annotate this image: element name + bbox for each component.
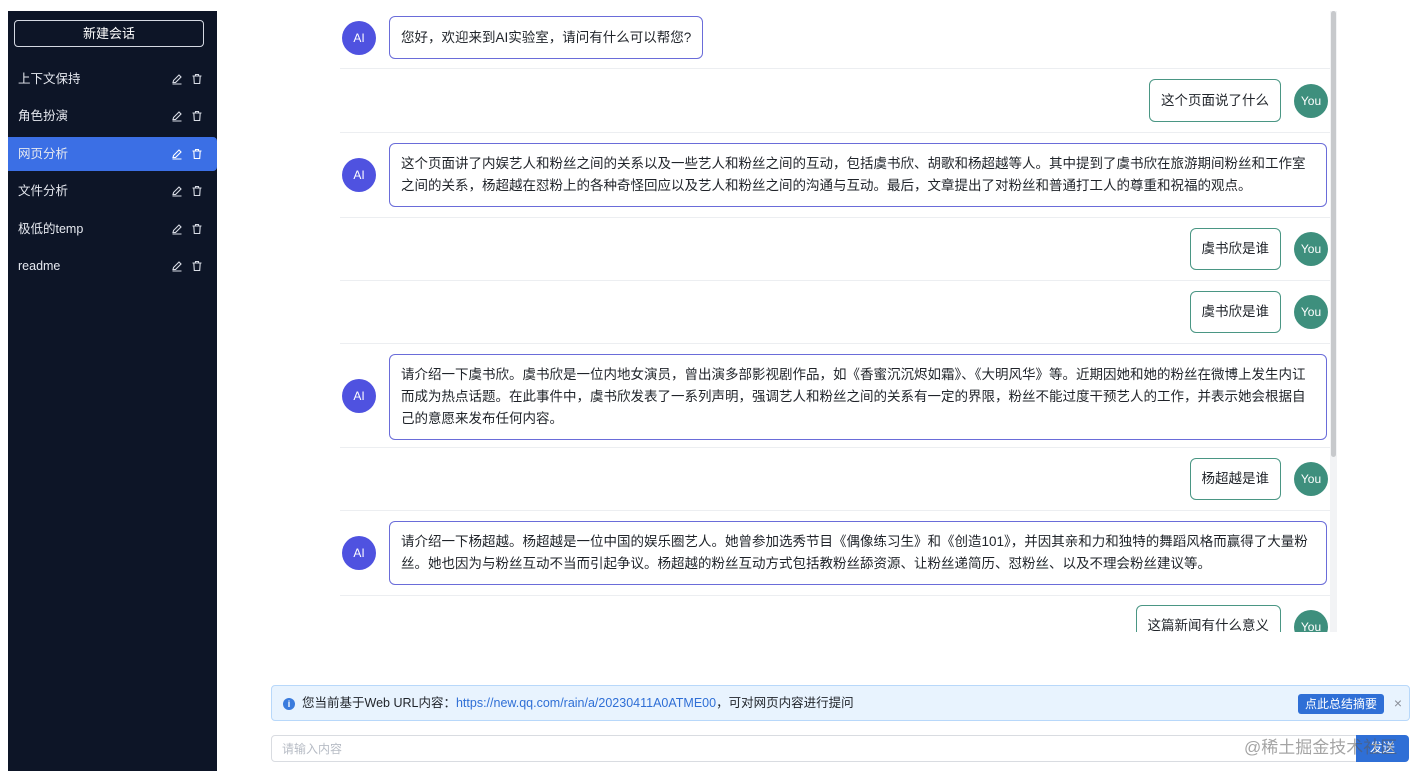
user-avatar: You [1294,462,1328,496]
chat-scrollbar-thumb[interactable] [1331,11,1336,457]
message-input[interactable] [273,737,1357,760]
session-label: 网页分析 [18,146,69,161]
ai-message-bubble: 您好，欢迎来到AI实验室，请问有什么可以帮您? [389,16,704,59]
close-icon[interactable]: × [1390,686,1406,721]
edit-icon[interactable] [171,148,183,160]
message-row-ai: AI 您好，欢迎来到AI实验室，请问有什么可以帮您? [340,11,1330,69]
user-message-bubble: 虞书欣是谁 [1189,228,1281,270]
session-label: 角色扮演 [18,109,69,124]
message-row-user: You 这篇新闻有什么意义 [340,596,1330,632]
user-message-bubble: 这个页面说了什么 [1149,79,1281,122]
message-row-user: You 虞书欣是谁 [340,281,1330,344]
message-row-ai: AI 这个页面讲了内娱艺人和粉丝之间的关系以及一些艺人和粉丝之间的互动，包括虞书… [340,133,1330,218]
session-list: 上下文保持 角色扮演 网页分析 文件分析 极低的temp readme [8,62,217,286]
session-item[interactable]: 极低的temp [8,212,217,246]
ai-avatar: AI [342,21,376,55]
trash-icon[interactable] [191,110,203,122]
session-item[interactable]: 角色扮演 [8,99,217,133]
trash-icon[interactable] [191,260,203,272]
message-input-box [271,735,1359,762]
trash-icon[interactable] [191,73,203,85]
notice-url-link[interactable]: https://new.qq.com/rain/a/20230411A0ATME… [456,696,716,710]
user-avatar: You [1294,232,1328,266]
edit-icon[interactable] [171,260,183,272]
summarize-button[interactable]: 点此总结摘要 [1298,694,1384,714]
send-button[interactable]: 发送 [1356,735,1409,762]
trash-icon[interactable] [191,223,203,235]
notice-prefix: 您当前基于Web URL内容： [302,696,456,710]
session-label: 极低的temp [18,221,84,236]
edit-icon[interactable] [171,110,183,122]
message-row-user: You 虞书欣是谁 [340,218,1330,281]
session-item[interactable]: 上下文保持 [8,62,217,96]
ai-message-bubble: 请介绍一下虞书欣。虞书欣是一位内地女演员，曾出演多部影视剧作品，如《香蜜沉沉烬如… [389,354,1327,440]
message-row-user: You 这个页面说了什么 [340,69,1330,133]
ai-avatar: AI [342,536,376,570]
ai-avatar: AI [342,379,376,413]
user-message-bubble: 虞书欣是谁 [1189,291,1281,333]
session-label: 文件分析 [18,184,69,199]
trash-icon[interactable] [191,185,203,197]
notice-text: 您当前基于Web URL内容：https://new.qq.com/rain/a… [302,686,854,721]
sidebar: 新建会话 上下文保持 角色扮演 网页分析 文件分析 极低的temp readme [8,11,217,771]
session-label: readme [18,258,61,273]
web-url-notice: i 您当前基于Web URL内容：https://new.qq.com/rain… [271,685,1410,721]
user-message-bubble: 这篇新闻有什么意义 [1135,605,1281,632]
notice-suffix: ，可对网页内容进行提问 [716,696,854,710]
edit-icon[interactable] [171,73,183,85]
session-item-active[interactable]: 网页分析 [8,136,217,171]
ai-message-bubble: 这个页面讲了内娱艺人和粉丝之间的关系以及一些艺人和粉丝之间的互动，包括虞书欣、胡… [389,143,1327,207]
message-row-user: You 杨超越是谁 [340,448,1330,511]
ai-avatar: AI [342,158,376,192]
user-message-bubble: 杨超越是谁 [1189,458,1281,500]
trash-icon[interactable] [191,148,203,160]
user-avatar: You [1294,84,1328,118]
session-item[interactable]: readme [8,249,217,283]
ai-message-bubble: 请介绍一下杨超越。杨超越是一位中国的娱乐圈艺人。她曾参加选秀节目《偶像练习生》和… [389,521,1327,585]
session-label: 上下文保持 [18,72,81,86]
message-row-ai: AI 请介绍一下杨超越。杨超越是一位中国的娱乐圈艺人。她曾参加选秀节目《偶像练习… [340,511,1330,596]
edit-icon[interactable] [171,223,183,235]
message-row-ai: AI 请介绍一下虞书欣。虞书欣是一位内地女演员，曾出演多部影视剧作品，如《香蜜沉… [340,344,1330,448]
session-item[interactable]: 文件分析 [8,174,217,208]
info-icon: i [283,698,295,710]
chat-message-list[interactable]: AI 您好，欢迎来到AI实验室，请问有什么可以帮您? You 这个页面说了什么 … [340,11,1338,632]
user-avatar: You [1294,610,1328,632]
new-chat-button[interactable]: 新建会话 [14,20,204,47]
user-avatar: You [1294,295,1328,329]
edit-icon[interactable] [171,185,183,197]
